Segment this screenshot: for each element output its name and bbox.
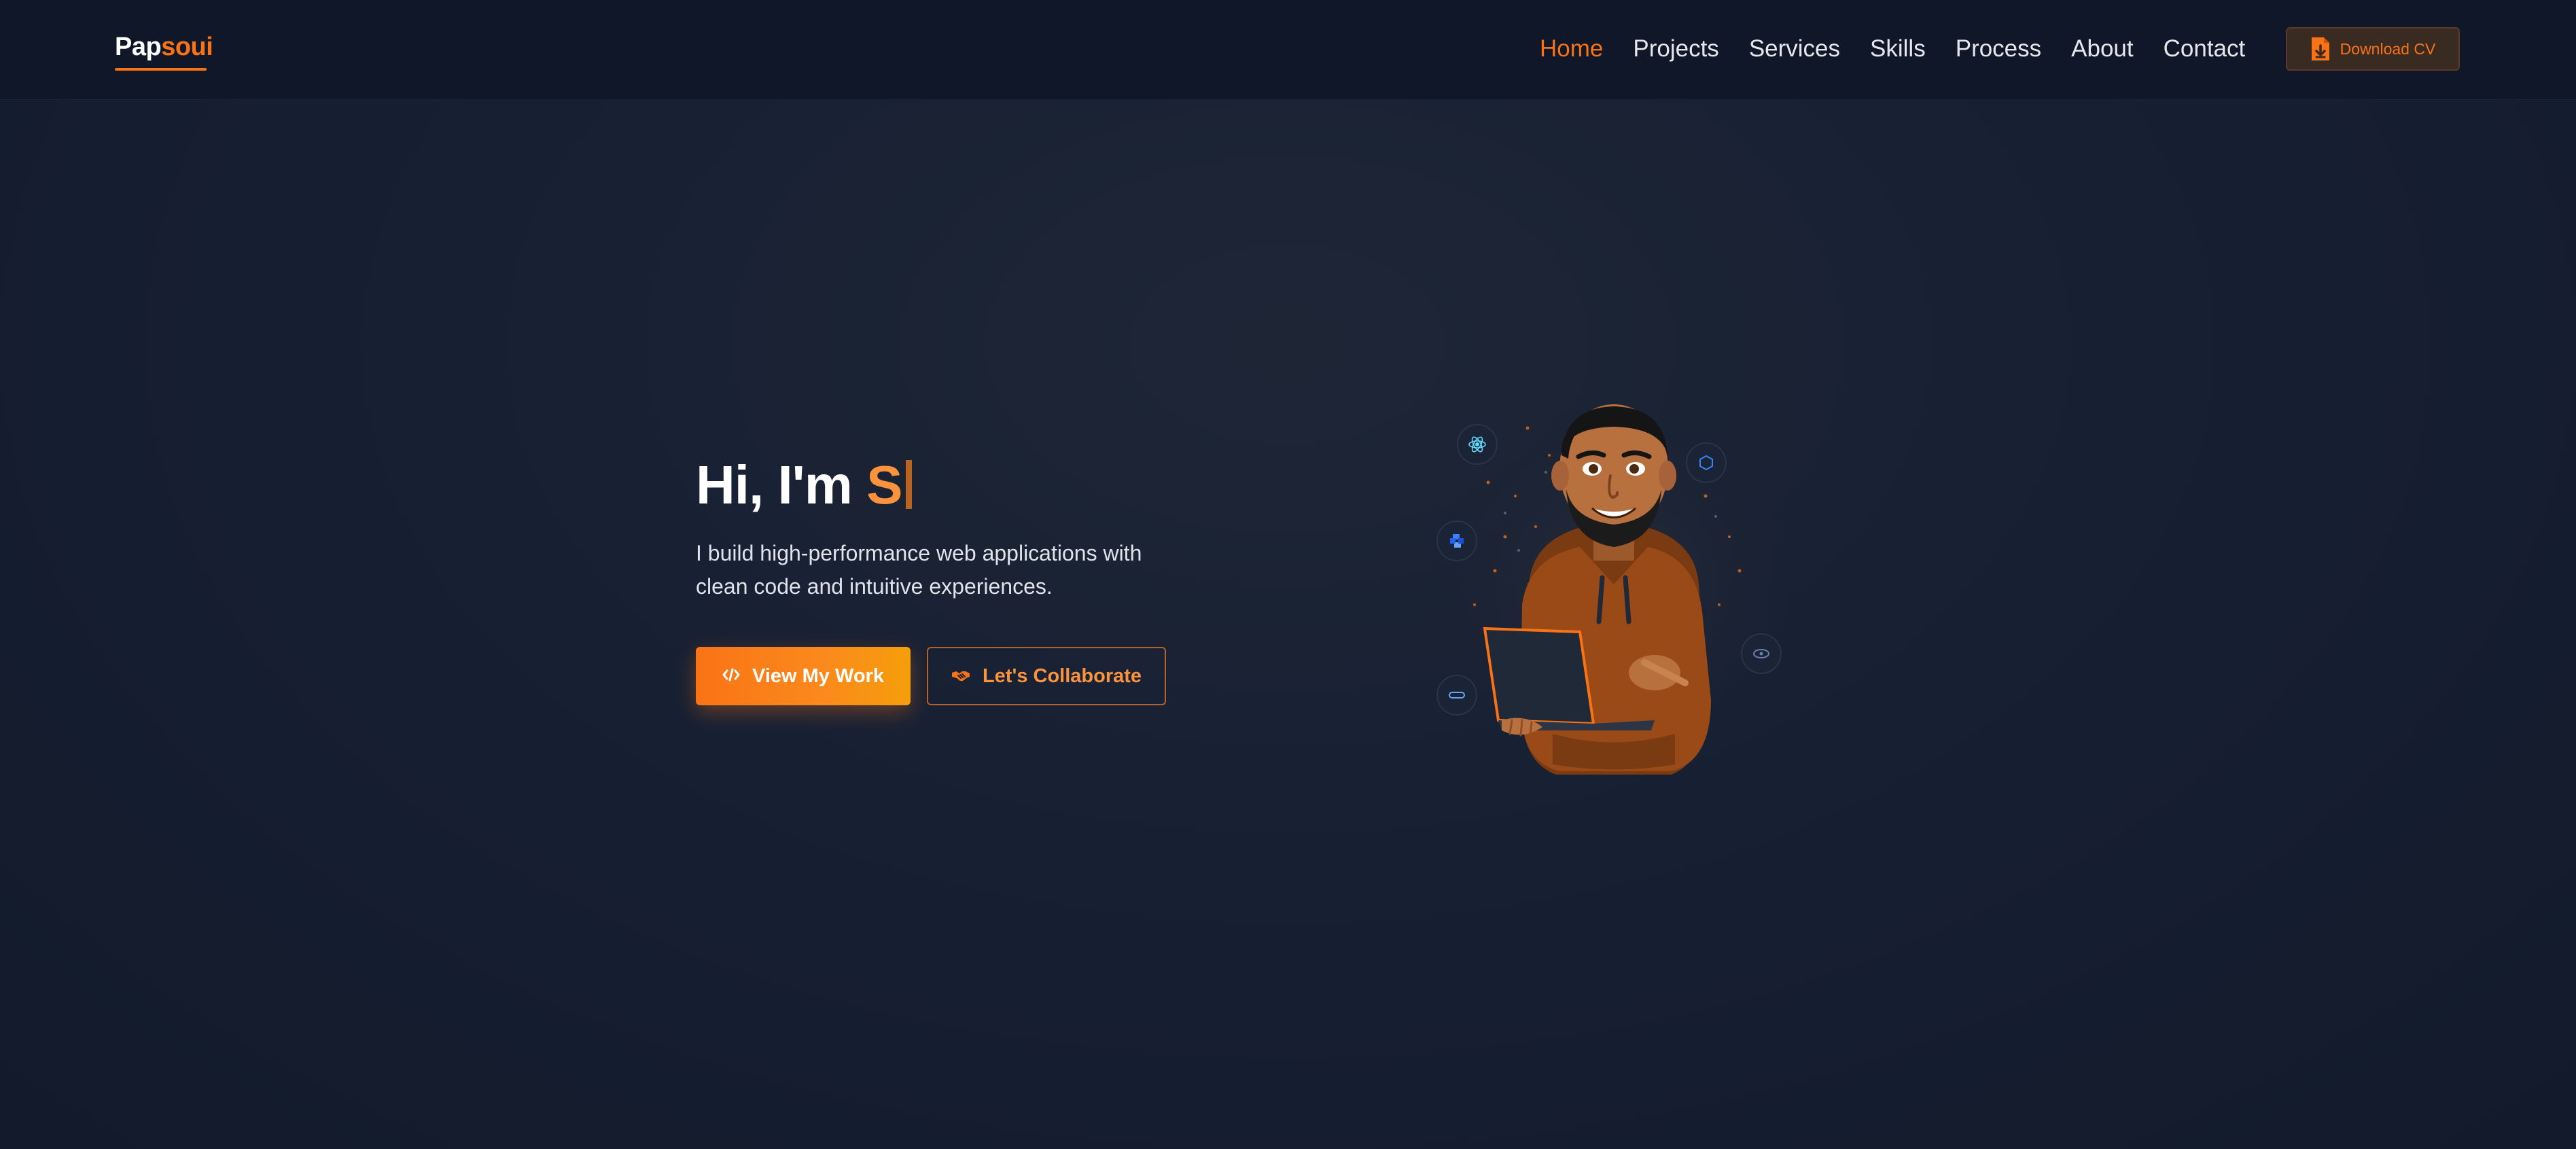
hero-title: Hi, I'm S bbox=[696, 454, 913, 516]
brand-suffix: soui bbox=[161, 33, 213, 61]
python-icon bbox=[1436, 520, 1477, 561]
react-icon bbox=[1457, 424, 1498, 465]
node-icon bbox=[1686, 442, 1727, 483]
nav-link-projects[interactable]: Projects bbox=[1633, 34, 1718, 64]
hero-greeting: Hi, I'm bbox=[696, 455, 867, 515]
typing-cursor bbox=[906, 460, 913, 509]
view-my-work-label: View My Work bbox=[752, 665, 884, 687]
handshake-icon bbox=[951, 665, 970, 688]
navbar: Papsoui Home Projects Services Skills Pr… bbox=[0, 0, 2576, 100]
brand-prefix: Pap bbox=[115, 33, 162, 61]
docker-icon bbox=[1741, 633, 1782, 674]
nav-link-contact[interactable]: Contact bbox=[2164, 34, 2246, 64]
download-cv-label: Download CV bbox=[2340, 39, 2436, 58]
database-icon bbox=[1436, 675, 1477, 715]
developer-illustration bbox=[1386, 381, 1862, 802]
lets-collaborate-button[interactable]: Let's Collaborate bbox=[927, 647, 1166, 705]
nav-link-services[interactable]: Services bbox=[1749, 34, 1840, 64]
nav-link-home[interactable]: Home bbox=[1540, 34, 1603, 64]
download-cv-button[interactable]: Download CV bbox=[2286, 27, 2460, 71]
view-my-work-button[interactable]: View My Work bbox=[696, 647, 911, 705]
nav-menu: Home Projects Services Skills Process Ab… bbox=[1540, 34, 2275, 64]
code-icon bbox=[722, 665, 740, 688]
file-download-icon bbox=[2310, 36, 2331, 62]
nav-link-about[interactable]: About bbox=[2071, 34, 2133, 64]
brand-underline bbox=[115, 68, 207, 71]
hero-subtitle: I build high-performance web application… bbox=[696, 541, 1142, 599]
lets-collaborate-label: Let's Collaborate bbox=[982, 665, 1142, 687]
nav-link-process[interactable]: Process bbox=[1956, 34, 2041, 64]
brand-logo[interactable]: Papsoui bbox=[115, 33, 213, 62]
hero-typed-name: S bbox=[866, 455, 902, 515]
nav-link-skills[interactable]: Skills bbox=[1870, 34, 1926, 64]
